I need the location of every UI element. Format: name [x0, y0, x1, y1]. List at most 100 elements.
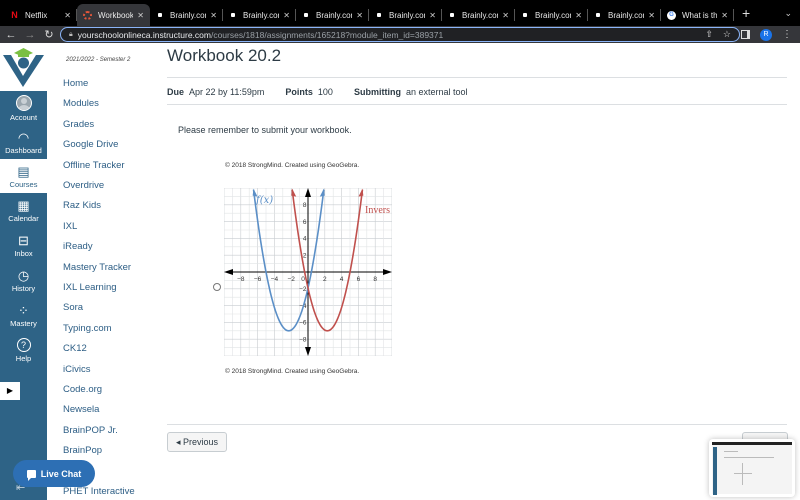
tab-title: Brainly.com [243, 10, 279, 20]
function-graph: −8 −6 −4 −2 0 2 4 6 88642−2−4−6−8 f(x) Invers [224, 188, 392, 356]
side-panel-icon[interactable] [741, 30, 750, 39]
address-bar[interactable]: 🔒︎ yourschoolonlineca.instructure.com/co… [60, 27, 740, 42]
answer-radio[interactable] [213, 283, 221, 291]
points-label: Points [285, 87, 313, 97]
tab-title: Brainly.com [462, 10, 498, 20]
brainly-icon [304, 13, 308, 17]
forward-button[interactable]: → [22, 29, 38, 41]
browser-tab[interactable]: Brainly.com ✕ [369, 4, 442, 26]
thumbnail-line [734, 473, 752, 474]
close-tab-icon[interactable]: ✕ [283, 11, 290, 20]
x-tick-label: 8 [373, 276, 377, 283]
tab-title: Brainly.com [608, 10, 644, 20]
course-nav-item[interactable]: Overdrive [63, 180, 104, 191]
global-nav-account[interactable]: Account [0, 91, 47, 125]
y-tick-label: 2 [303, 253, 307, 260]
x-tick-label: −4 [271, 276, 279, 283]
browser-tab[interactable]: Brainly.com ✕ [442, 4, 515, 26]
global-nav-courses[interactable]: ▤ Courses [0, 159, 47, 193]
course-nav-item[interactable]: BrainPOP Jr. [63, 425, 118, 436]
thumbnail-line [742, 463, 743, 485]
close-tab-icon[interactable]: ✕ [502, 11, 509, 20]
course-nav-item[interactable]: IXL Learning [63, 282, 117, 293]
close-tab-icon[interactable]: ✕ [429, 11, 436, 20]
y-tick-label: 8 [303, 202, 307, 209]
close-tab-icon[interactable]: ✕ [721, 11, 728, 20]
close-tab-icon[interactable]: ✕ [648, 11, 655, 20]
course-nav-item[interactable]: CK12 [63, 343, 87, 354]
course-nav-item[interactable]: Code.org [63, 384, 102, 395]
due-label: Due [167, 87, 185, 97]
close-tab-icon[interactable]: ✕ [356, 11, 363, 20]
browser-tab[interactable]: Brainly.com ✕ [296, 4, 369, 26]
course-nav-item[interactable]: Grades [63, 119, 94, 130]
course-nav-item[interactable]: Raz Kids [63, 200, 101, 211]
term-label: 2021/2022 - Semester 2 [66, 57, 131, 63]
dashboard-icon: ◠ [17, 129, 30, 145]
browser-tab[interactable]: Brainly.com ✕ [223, 4, 296, 26]
previous-button[interactable]: ◂ Previous [167, 432, 227, 452]
divider [167, 77, 787, 78]
global-nav-inbox[interactable]: ⊟ Inbox [0, 228, 47, 262]
course-nav-item[interactable]: iCivics [63, 364, 90, 375]
global-nav-dashboard[interactable]: ◠ Dashboard [0, 125, 47, 159]
course-nav-item[interactable]: Offline Tracker [63, 160, 125, 171]
new-tab-button[interactable]: + [742, 5, 756, 21]
share-icon[interactable]: ⇧ [705, 28, 713, 41]
global-nav-label: Mastery [10, 318, 37, 328]
reload-button[interactable]: ↻ [41, 28, 57, 41]
school-logo[interactable] [0, 43, 47, 91]
course-nav-item[interactable]: Modules [63, 98, 99, 109]
bookmark-star-icon[interactable]: ☆ [723, 28, 731, 41]
global-nav-label: History [11, 283, 36, 293]
thumbnail-nav [713, 447, 717, 495]
screenshot-thumbnail[interactable] [709, 439, 795, 497]
browser-tab[interactable]: N Netflix ✕ [4, 4, 77, 26]
course-nav-item[interactable]: PHET Interactive [63, 486, 135, 497]
url-host: yourschoolonlineca.instructure.com [77, 29, 211, 40]
course-nav-item[interactable]: Typing.com [63, 323, 112, 334]
global-nav-history[interactable]: ◷ History [0, 263, 47, 297]
course-nav-item[interactable]: Home [63, 78, 88, 89]
thumbnail-line [724, 451, 738, 452]
global-nav-help[interactable]: ? Help [0, 333, 47, 367]
browser-tab[interactable]: Workbook 20.2✕ [77, 4, 150, 26]
browser-tab[interactable]: Brainly.com ✕ [588, 4, 661, 26]
global-nav-calendar[interactable]: ▦ Calendar [0, 193, 47, 227]
course-nav-item[interactable]: IXL [63, 221, 77, 232]
expand-course-nav-button[interactable]: ▶ [0, 382, 20, 400]
course-nav-item[interactable]: BrainPop [63, 445, 102, 456]
browser-tab[interactable]: Brainly.com ✕ [150, 4, 223, 26]
profile-avatar[interactable]: R [760, 28, 772, 41]
brainly-icon [158, 13, 162, 17]
global-nav-mastery[interactable]: ⁘ Mastery [0, 298, 47, 332]
course-nav-item[interactable]: Mastery Tracker [63, 262, 131, 273]
close-tab-icon[interactable]: ✕ [137, 11, 144, 20]
global-nav-label: Calendar [8, 213, 39, 223]
course-nav-item[interactable]: Google Drive [63, 139, 118, 150]
tab-title: Netflix [25, 10, 48, 20]
copyright-top: © 2018 StrongMind. Created using GeoGebr… [225, 162, 360, 169]
course-navigation: 2021/2022 - Semester 2 Home Modules Grades… [47, 43, 160, 500]
history-icon: ◷ [17, 267, 30, 283]
global-nav-label: Courses [9, 179, 38, 189]
back-button[interactable]: ← [3, 29, 19, 41]
help-icon: ? [16, 337, 31, 352]
close-tab-icon[interactable]: ✕ [64, 11, 71, 20]
course-nav-item[interactable]: Newsela [63, 404, 99, 415]
close-tab-icon[interactable]: ✕ [210, 11, 217, 20]
due-value: Apr 22 by 11:59pm [189, 87, 265, 97]
browser-tab[interactable]: G What is the✕ [661, 4, 734, 26]
browser-menu-icon[interactable]: ⋮ [782, 29, 792, 40]
assignment-content: Workbook 20.2 Due Apr 22 by 11:59pm Point… [160, 43, 800, 500]
url-path: /courses/1818/assignments/165218?module_… [210, 29, 444, 40]
brainly-icon [377, 13, 381, 17]
x-tick-label: 0 [301, 276, 305, 283]
browser-tab[interactable]: Brainly.com ✕ [515, 4, 588, 26]
tab-search-chevron-icon[interactable]: ⌄ [784, 8, 792, 19]
live-chat-button[interactable]: Live Chat [13, 460, 95, 487]
course-nav-item[interactable]: iReady [63, 241, 93, 252]
close-tab-icon[interactable]: ✕ [575, 11, 582, 20]
inbox-icon: ⊟ [18, 232, 29, 248]
course-nav-item[interactable]: Sora [63, 302, 83, 313]
